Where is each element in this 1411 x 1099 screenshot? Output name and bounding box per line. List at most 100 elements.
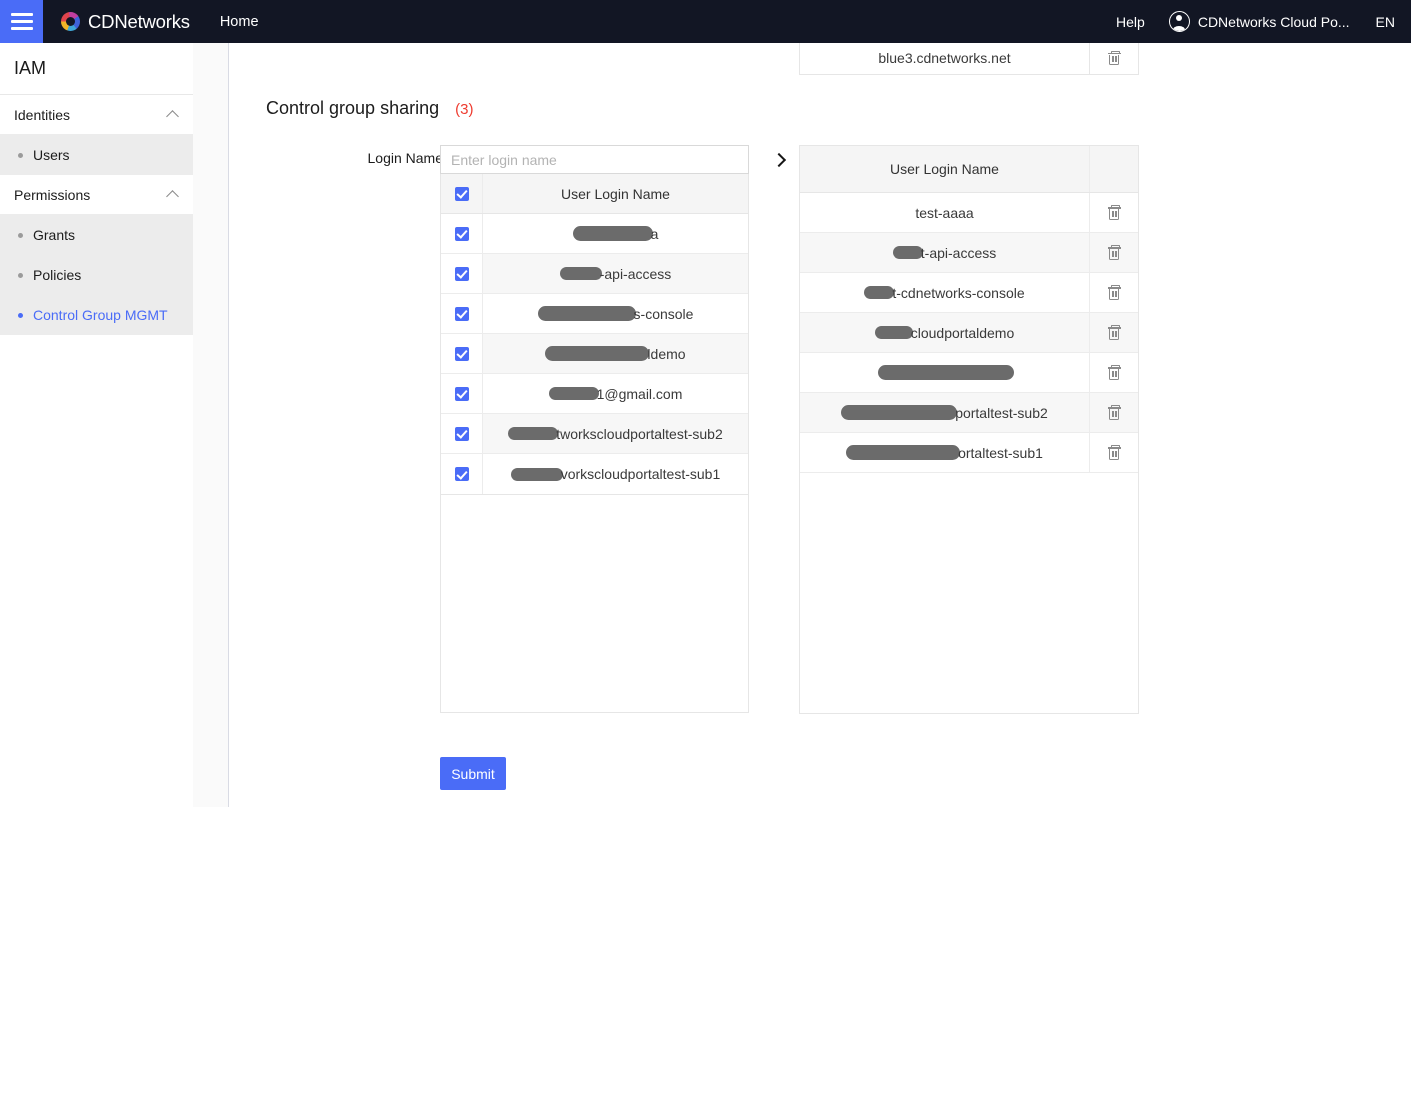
topbar-right-group: Help CDNetworks Cloud Po... EN (1116, 11, 1411, 32)
domain-table-clipped: blue3.cdnetworks.net (799, 43, 1139, 75)
bullet-icon (18, 232, 23, 238)
chevron-right-icon[interactable] (768, 148, 792, 172)
sidebar-item-grants[interactable]: Grants (0, 215, 193, 255)
row-checkbox-cell[interactable] (441, 454, 483, 494)
trash-icon (1107, 205, 1121, 220)
user-login-name-cell: vorkscloudportaltest-sub1 (483, 454, 748, 494)
table-row[interactable]: vorkscloudportaltest-sub1 (441, 454, 748, 494)
user-login-name-cell: 1@gmail.com (483, 374, 748, 413)
row-checkbox[interactable] (454, 467, 469, 481)
redaction-bar (874, 326, 913, 339)
table-row: t-api-access (800, 233, 1138, 273)
redaction-bar (537, 306, 636, 321)
row-checkbox-cell[interactable] (441, 374, 483, 413)
table-row: ortaltest-sub1 (800, 433, 1138, 473)
language-selector[interactable]: EN (1376, 14, 1395, 30)
user-login-name-suffix: -api-access (599, 265, 672, 282)
bullet-icon (18, 152, 23, 158)
page-title: Control group sharing (266, 98, 440, 118)
table-row[interactable]: s-console (441, 294, 748, 334)
row-checkbox[interactable] (454, 226, 469, 241)
user-login-name-cell: ldemo (483, 334, 748, 373)
source-user-table: User Login Name a -api-access s-console … (440, 174, 749, 495)
row-checkbox-cell[interactable] (441, 294, 483, 333)
user-login-name-cell: tworkscloudportaltest-sub2 (483, 414, 748, 453)
redaction-bar (508, 427, 559, 440)
user-login-name-suffix: 1@gmail.com (596, 385, 683, 402)
delete-button[interactable] (1090, 433, 1138, 472)
sidebar-item-control-group-mgmt[interactable]: Control Group MGMT (0, 295, 193, 335)
sidebar-item-label: Grants (33, 227, 76, 243)
sidebar-group-identities[interactable]: Identities (0, 95, 193, 135)
delete-button[interactable] (1090, 313, 1138, 352)
user-login-name-suffix: portaltest-sub2 (955, 404, 1048, 421)
redaction-bar (545, 346, 650, 361)
help-link[interactable]: Help (1116, 14, 1145, 30)
delete-button[interactable] (1090, 273, 1138, 312)
row-checkbox[interactable] (454, 306, 469, 321)
target-list-empty-area (800, 473, 1138, 713)
trash-icon (1107, 245, 1121, 260)
target-transfer-panel: User Login Name test-aaaa t-api-access t… (799, 145, 1139, 714)
user-login-name-suffix: tworkscloudportaltest-sub2 (556, 425, 723, 442)
table-header-row: User Login Name (800, 146, 1138, 193)
row-checkbox-cell[interactable] (441, 214, 483, 253)
table-row[interactable]: tworkscloudportaltest-sub2 (441, 414, 748, 454)
brand-logo-link[interactable]: CDNetworks (61, 11, 190, 33)
sidebar-group-permissions[interactable]: Permissions (0, 175, 193, 215)
delete-button[interactable] (1090, 233, 1138, 272)
sidebar-item-label: Users (33, 147, 70, 163)
chevron-up-icon[interactable] (168, 189, 179, 200)
sidebar-item-label: Control Group MGMT (33, 307, 168, 323)
user-login-name-cell: test-aaaa (800, 193, 1090, 232)
delete-button[interactable] (1090, 193, 1138, 232)
redaction-bar (864, 286, 895, 299)
row-checkbox-cell[interactable] (441, 414, 483, 453)
row-checkbox[interactable] (454, 266, 469, 281)
sidebar: IAM Identities Users Permissions Grants … (0, 43, 193, 1099)
redaction-bar (572, 226, 653, 241)
hamburger-icon[interactable] (0, 0, 43, 43)
user-login-name-cell: s-console (483, 294, 748, 333)
nav-home-link[interactable]: Home (220, 14, 259, 30)
table-row[interactable]: -api-access (441, 254, 748, 294)
sidebar-item-policies[interactable]: Policies (0, 255, 193, 295)
redaction-bar (510, 467, 563, 481)
table-row[interactable]: ldemo (441, 334, 748, 374)
row-checkbox-cell[interactable] (441, 334, 483, 373)
user-login-name-cell (800, 353, 1090, 392)
domain-name-cell: blue3.cdnetworks.net (800, 43, 1090, 74)
section-count-badge: (3) (455, 101, 474, 118)
source-list-empty-area (440, 495, 749, 713)
user-login-name-suffix: cloudportaldemo (910, 324, 1015, 341)
redaction-bar (841, 405, 958, 420)
trash-icon (1107, 445, 1121, 460)
user-login-name-suffix: test-aaaa (915, 204, 974, 221)
delete-button[interactable] (1090, 393, 1138, 432)
row-checkbox[interactable] (454, 346, 469, 361)
submit-button[interactable]: Submit (440, 757, 506, 790)
sidebar-filler (0, 335, 193, 1099)
trash-icon (1107, 325, 1121, 340)
chevron-up-icon[interactable] (168, 109, 179, 120)
select-all-checkbox[interactable] (454, 186, 469, 201)
delete-button[interactable] (1090, 43, 1138, 74)
delete-button[interactable] (1090, 353, 1138, 392)
user-login-name-cell: cloudportaldemo (800, 313, 1090, 352)
search-input[interactable] (440, 145, 749, 174)
column-header-user-login-name: User Login Name (800, 146, 1090, 192)
redaction-bar (548, 387, 599, 400)
row-checkbox-cell[interactable] (441, 254, 483, 293)
user-login-name-suffix: vorkscloudportaltest-sub1 (560, 466, 721, 482)
login-name-label: Login Name (367, 150, 444, 166)
table-row[interactable]: a (441, 214, 748, 254)
trash-icon (1107, 405, 1121, 420)
row-checkbox[interactable] (454, 426, 469, 441)
account-menu[interactable]: CDNetworks Cloud Po... (1168, 11, 1350, 32)
sidebar-item-users[interactable]: Users (0, 135, 193, 175)
table-row: portaltest-sub2 (800, 393, 1138, 433)
user-login-name-suffix: t-api-access (920, 244, 997, 261)
table-row[interactable]: 1@gmail.com (441, 374, 748, 414)
row-checkbox[interactable] (454, 386, 469, 401)
select-all-cell[interactable] (441, 174, 483, 213)
